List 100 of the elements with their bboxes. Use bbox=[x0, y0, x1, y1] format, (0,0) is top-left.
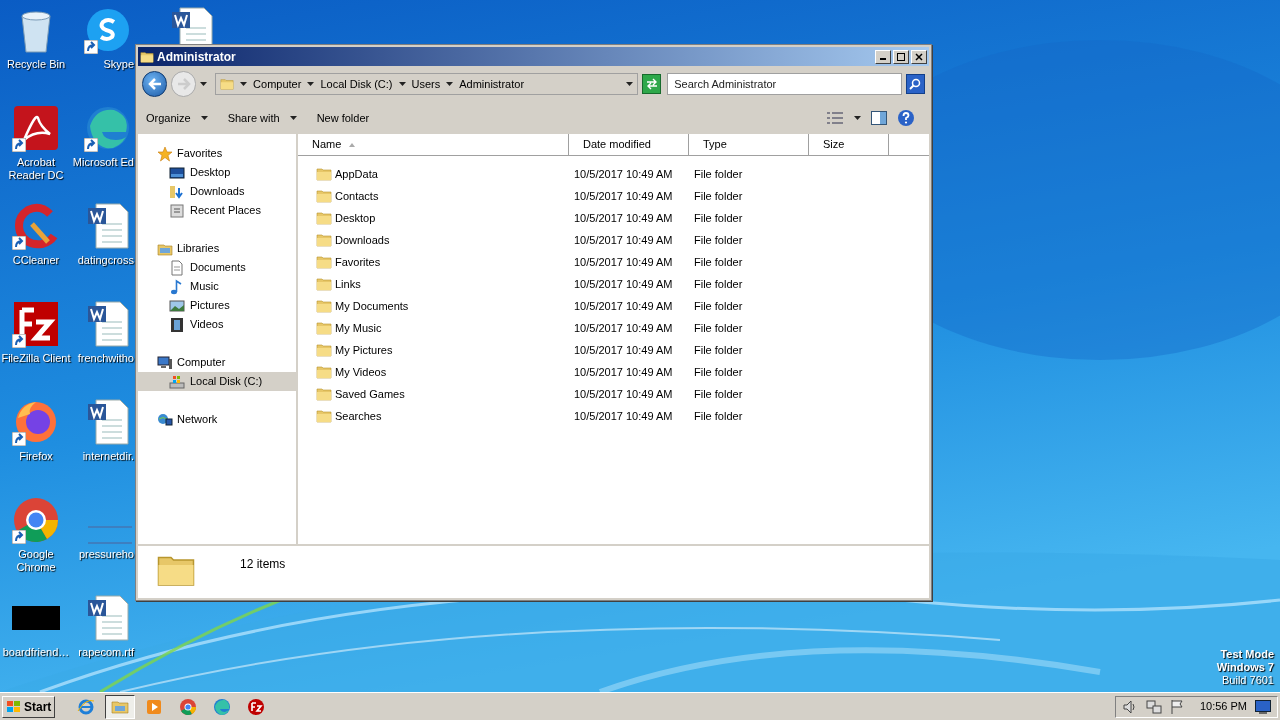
nav-item[interactable]: Music bbox=[138, 277, 296, 296]
file-thumbnail-icon bbox=[88, 526, 132, 544]
file-name: My Videos bbox=[335, 364, 387, 380]
folder-icon bbox=[140, 49, 154, 64]
nav-item[interactable]: Pictures bbox=[138, 296, 296, 315]
nav-item[interactable]: Downloads bbox=[138, 182, 296, 201]
file-row[interactable]: My Videos 10/5/2017 10:49 AM File folder bbox=[298, 361, 929, 383]
nav-item[interactable]: Libraries bbox=[138, 239, 296, 258]
column-header[interactable]: Size bbox=[809, 134, 889, 155]
folder-icon bbox=[316, 276, 332, 292]
file-row[interactable]: My Pictures 10/5/2017 10:49 AM File folder bbox=[298, 339, 929, 361]
view-options-icon[interactable] bbox=[826, 111, 844, 125]
nav-item[interactable]: Local Disk (C:) bbox=[138, 372, 296, 391]
computer-icon bbox=[157, 354, 173, 371]
picture-icon bbox=[169, 297, 185, 314]
desktop-icon-label[interactable]: FileZilla Client bbox=[1, 352, 71, 365]
document-icon bbox=[169, 259, 185, 276]
nav-item[interactable]: Favorites bbox=[138, 144, 296, 163]
folder-icon bbox=[316, 188, 332, 204]
taskbar-app-button[interactable] bbox=[105, 694, 136, 719]
shortcut-arrow-icon bbox=[84, 40, 98, 54]
nav-item[interactable]: Documents bbox=[138, 258, 296, 277]
search-field[interactable]: Search Administrator bbox=[667, 73, 902, 95]
desktop-icon-label[interactable]: Recycle Bin bbox=[6, 58, 66, 71]
file-row[interactable]: My Music 10/5/2017 10:49 AM File folder bbox=[298, 317, 929, 339]
file-name: My Pictures bbox=[335, 342, 393, 358]
start-button[interactable]: Start bbox=[2, 695, 56, 718]
nav-item-label: Music bbox=[190, 279, 219, 295]
help-icon[interactable] bbox=[897, 109, 915, 127]
type-cell-text: File folder bbox=[693, 342, 744, 358]
close-button[interactable] bbox=[911, 49, 927, 64]
nav-item[interactable]: Recent Places bbox=[138, 201, 296, 220]
breadcrumb-item[interactable]: Computer bbox=[253, 75, 302, 93]
item-count: 12 items bbox=[240, 556, 286, 573]
file-row[interactable]: AppData 10/5/2017 10:49 AM File folder bbox=[298, 163, 929, 185]
file-row[interactable]: Links 10/5/2017 10:49 AM File folder bbox=[298, 273, 929, 295]
skype-icon bbox=[84, 6, 132, 54]
file-row[interactable]: Downloads 10/5/2017 10:49 AM File folder bbox=[298, 229, 929, 251]
minimize-icon bbox=[880, 58, 886, 60]
file-row[interactable]: Saved Games 10/5/2017 10:49 AM File folder bbox=[298, 383, 929, 405]
nav-item[interactable]: Videos bbox=[138, 315, 296, 334]
column-header[interactable]: Name bbox=[298, 134, 569, 155]
preview-pane-icon[interactable] bbox=[871, 111, 887, 125]
file-name: Saved Games bbox=[335, 386, 405, 402]
shortcut-arrow-icon bbox=[12, 334, 26, 348]
network-icon[interactable] bbox=[1145, 698, 1162, 715]
nav-item[interactable]: Computer bbox=[138, 353, 296, 372]
minimize-button[interactable] bbox=[875, 49, 891, 64]
desktop-icon-label[interactable]: Skype bbox=[103, 58, 134, 71]
date-cell-text: 10/5/2017 10:49 AM bbox=[573, 408, 674, 424]
nav-item-label: Libraries bbox=[177, 241, 220, 257]
flag-icon[interactable] bbox=[1169, 698, 1184, 715]
browser-swirl-icon bbox=[213, 697, 232, 716]
file-name: Contacts bbox=[335, 188, 379, 204]
breadcrumb-arrow-icon bbox=[240, 82, 248, 86]
desktop-icon-label[interactable]: Acrobat Reader DC bbox=[0, 156, 72, 182]
toolbar-button[interactable]: Organize bbox=[146, 109, 208, 127]
file-row[interactable]: Favorites 10/5/2017 10:49 AM File folder bbox=[298, 251, 929, 273]
search-button[interactable] bbox=[905, 74, 925, 94]
desktop-icon-label[interactable]: frenchwitho bbox=[77, 352, 134, 365]
breadcrumb-item[interactable]: Administrator bbox=[459, 75, 525, 93]
desktop-icon-label[interactable]: datingcross bbox=[77, 254, 134, 267]
maximize-button[interactable] bbox=[893, 49, 909, 64]
type-cell-text: File folder bbox=[693, 408, 744, 424]
nav-item[interactable]: Desktop bbox=[138, 163, 296, 182]
folder-icon bbox=[316, 254, 332, 270]
refresh-button[interactable] bbox=[641, 74, 662, 94]
shortcut-arrow-icon bbox=[12, 432, 26, 446]
file-row[interactable]: Searches 10/5/2017 10:49 AM File folder bbox=[298, 405, 929, 427]
nav-item[interactable]: Network bbox=[138, 410, 296, 429]
file-row[interactable]: My Documents 10/5/2017 10:49 AM File folder bbox=[298, 295, 929, 317]
nav-item-label: Computer bbox=[177, 355, 226, 371]
address-bar[interactable]: Computer Local Disk (C:) Users Administrator bbox=[215, 73, 638, 95]
column-header[interactable]: Type bbox=[689, 134, 809, 155]
file-name: Favorites bbox=[335, 254, 381, 270]
toolbar-button[interactable]: Share with bbox=[227, 109, 297, 127]
breadcrumb-item[interactable]: Users bbox=[411, 75, 441, 93]
file-name: My Music bbox=[335, 320, 382, 336]
breadcrumb-item[interactable]: Local Disk (C:) bbox=[320, 75, 393, 93]
file-row[interactable]: Contacts 10/5/2017 10:49 AM File folder bbox=[298, 185, 929, 207]
show-desktop-icon[interactable] bbox=[1255, 699, 1271, 714]
chrome-icon bbox=[12, 496, 60, 544]
column-header[interactable]: Date modified bbox=[569, 134, 689, 155]
desktop-icon-label[interactable]: CCleaner bbox=[12, 254, 60, 267]
speaker-icon[interactable] bbox=[1121, 698, 1138, 715]
recent-places-icon bbox=[169, 202, 185, 219]
forward-arrow-icon bbox=[176, 78, 191, 90]
toolbar-button[interactable]: New folder bbox=[316, 109, 370, 127]
dropdown-arrow-icon bbox=[289, 116, 297, 120]
file-name: Searches bbox=[335, 408, 382, 424]
folder-icon bbox=[316, 210, 332, 226]
nav-item-label: Recent Places bbox=[190, 203, 261, 219]
chrome-icon bbox=[179, 697, 198, 716]
file-row[interactable]: Desktop 10/5/2017 10:49 AM File folder bbox=[298, 207, 929, 229]
breadcrumb-arrow-icon bbox=[446, 82, 454, 86]
file-name: Links bbox=[335, 276, 361, 292]
desktop-icon-label[interactable]: Microsoft Ed bbox=[72, 156, 134, 169]
back-button[interactable] bbox=[142, 71, 168, 97]
folder-icon bbox=[316, 386, 332, 402]
cleaner-icon bbox=[12, 202, 60, 250]
